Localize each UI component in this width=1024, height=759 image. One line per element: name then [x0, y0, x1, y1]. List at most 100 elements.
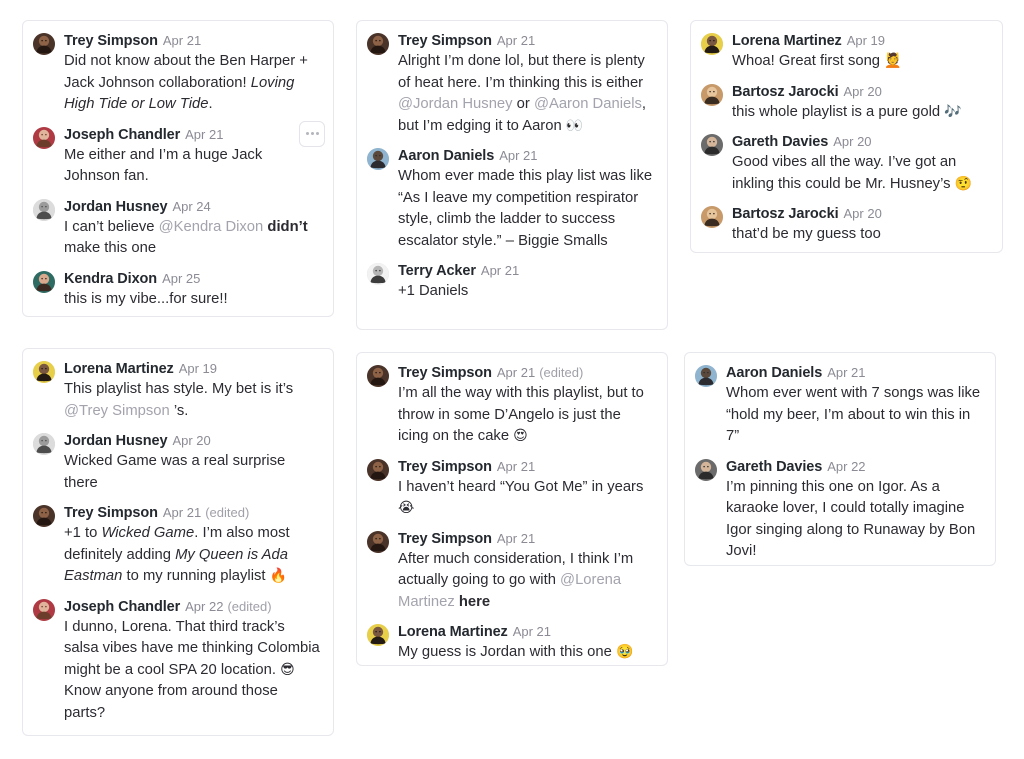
comment-author[interactable]: Bartosz Jarocki	[732, 206, 839, 222]
comment: Trey Simpson Apr 21 I haven’t heard “You G…	[367, 457, 655, 520]
comment-card: Trey Simpson Apr 21 Did not know about the…	[22, 20, 334, 317]
comment-header: Gareth Davies Apr 22	[726, 457, 983, 477]
comment: Lorena Martinez Apr 21 My guess is Jordan …	[367, 622, 655, 664]
comment-author[interactable]: Aaron Daniels	[398, 148, 494, 164]
comment-card: Trey Simpson Apr 21 (edited) I’m all the wa…	[356, 352, 668, 666]
mention[interactable]: @Aaron Daniels	[534, 96, 642, 112]
comment-text: This playlist has style. My bet is it’s …	[64, 379, 321, 422]
text-run: ’s.	[169, 402, 189, 419]
comment-date: Apr 20	[843, 206, 882, 221]
comment-body: Jordan Husney Apr 20 Wicked Game was a rea…	[64, 431, 321, 494]
comment-text: Whoa! Great first song 💆	[732, 51, 990, 73]
comment-date: Apr 21	[827, 365, 866, 380]
joseph-chandler-avatar	[33, 598, 55, 621]
comment-author[interactable]: Aaron Daniels	[726, 365, 822, 381]
comment-text: this is my vibe...for sure!!	[64, 289, 321, 311]
comment-body: Joseph Chandler Apr 21 Me either and I’m a…	[64, 125, 321, 188]
comment-text: Alright I’m done lol, but there is plent…	[398, 51, 655, 137]
comment-author[interactable]: Lorena Martinez	[398, 624, 508, 640]
comment-author[interactable]: Joseph Chandler	[64, 127, 180, 143]
comment-author[interactable]: Gareth Davies	[732, 134, 828, 150]
comment-text: I can’t believe @Kendra Dixon didn’t mak…	[64, 217, 321, 260]
comment-date: Apr 21	[496, 458, 536, 474]
comment-author[interactable]: Trey Simpson	[398, 33, 492, 49]
trey-simpson-avatar	[367, 458, 389, 481]
comment-author[interactable]: Jordan Husney	[64, 199, 168, 215]
comment-date: Apr 21	[512, 624, 551, 639]
comment-author[interactable]: Kendra Dixon	[64, 271, 157, 287]
text-run: +1 to	[64, 525, 102, 541]
comment-header: Joseph Chandler Apr 22 (edited)	[64, 597, 321, 617]
comment-text: Whom ever went with 7 songs was like “ho…	[726, 383, 983, 448]
emoji: 😍	[513, 428, 528, 444]
comment-author[interactable]: Gareth Davies	[726, 459, 822, 475]
more-options-button[interactable]	[299, 120, 325, 147]
comment-author[interactable]: Trey Simpson	[64, 33, 158, 49]
comment: Bartosz Jarocki Apr 20 this whole playlist…	[701, 82, 990, 124]
comment-header: Bartosz Jarocki Apr 20	[732, 82, 990, 102]
comment-text: After much consideration, I think I’m ac…	[398, 549, 655, 614]
comment-header: Lorena Martinez Apr 19	[732, 31, 990, 51]
comment-edited-badge: (edited)	[227, 598, 272, 614]
comment-date: Apr 22	[827, 458, 866, 474]
comment-author[interactable]: Trey Simpson	[398, 531, 492, 547]
trey-simpson-avatar	[367, 530, 389, 553]
aaron-daniels-avatar	[695, 365, 717, 387]
comment-author[interactable]: Terry Acker	[398, 263, 476, 279]
comment-date: Apr 21	[480, 263, 520, 278]
comment-edited-badge: (edited)	[205, 505, 250, 520]
comment-text: Did not know about the Ben Harper + Jack…	[64, 51, 321, 116]
kendra-dixon-avatar	[33, 270, 55, 293]
mention[interactable]: @Jordan Husney	[398, 96, 513, 112]
aaron-daniels-avatar	[367, 148, 389, 170]
mention[interactable]: @Trey Simpson	[64, 403, 170, 419]
terry-acker-avatar	[367, 263, 389, 285]
comment: Lorena Martinez Apr 19 Whoa! Great first s…	[701, 31, 990, 73]
comment-body: Gareth Davies Apr 22 I’m pinning this one …	[726, 457, 983, 563]
comment-body: Bartosz Jarocki Apr 20 that’d be my guess …	[732, 204, 990, 246]
comment-body: Lorena Martinez Apr 21 My guess is Jordan …	[398, 622, 655, 664]
comment-card: Trey Simpson Apr 21 Alright I’m done lol, …	[356, 20, 668, 330]
comment-body: Trey Simpson Apr 21 (edited) +1 to Wicked G…	[64, 503, 321, 588]
text-run: This playlist has style. My bet is it’s	[64, 381, 294, 397]
comment-author[interactable]: Trey Simpson	[398, 365, 492, 381]
comment-body: Trey Simpson Apr 21 Alright I’m done lol, …	[398, 31, 655, 137]
mention[interactable]: @Kendra Dixon	[159, 219, 264, 235]
text-run: to my running playlist	[122, 568, 270, 584]
emoji: 🔥	[269, 568, 288, 584]
comment-author[interactable]: Jordan Husney	[64, 433, 168, 449]
dot-icon	[315, 132, 319, 135]
comment: Bartosz Jarocki Apr 20 that’d be my guess …	[701, 204, 990, 246]
comment-body: Bartosz Jarocki Apr 20 this whole playlist…	[732, 82, 990, 124]
text-run: I haven’t heard “You Got Me” in years	[398, 478, 644, 495]
text-run: Me either and I’m a huge Jack Johnson fa…	[64, 146, 263, 185]
comment-author[interactable]: Lorena Martinez	[64, 361, 174, 377]
comment: Joseph Chandler Apr 22 (edited) I dunno, Lo…	[33, 597, 321, 725]
text-run: .	[208, 96, 213, 112]
comment-author[interactable]: Bartosz Jarocki	[732, 84, 839, 100]
comment: Joseph Chandler Apr 21 Me either and I’m a…	[33, 120, 325, 188]
comment-text: +1 Daniels	[398, 281, 655, 303]
comment: Jordan Husney Apr 24 I can’t believe @Kend…	[33, 197, 321, 260]
comment-date: Apr 21	[162, 33, 202, 48]
comment-text: Me either and I’m a huge Jack Johnson fa…	[64, 145, 321, 188]
comment-header: Lorena Martinez Apr 19	[64, 359, 321, 379]
comment-header: Lorena Martinez Apr 21	[398, 622, 655, 642]
text-run: Know anyone from around those parts?	[64, 683, 278, 721]
emoji: 🥹	[615, 644, 634, 660]
comment-header: Trey Simpson Apr 21 (edited)	[398, 363, 655, 383]
dot-icon	[305, 132, 309, 135]
comment-header: Trey Simpson Apr 21	[398, 457, 655, 477]
text-run: Whoa! Great first song	[732, 53, 885, 69]
comment-card: Lorena Martinez Apr 19 Whoa! Great first s…	[690, 20, 1003, 253]
comment-text: My guess is Jordan with this one 🥹	[398, 642, 655, 664]
comment-author[interactable]: Trey Simpson	[64, 505, 158, 521]
text-run: that’d be my guess too	[732, 226, 881, 242]
comment-author[interactable]: Joseph Chandler	[64, 599, 180, 615]
comment: Terry Acker Apr 21 +1 Daniels	[367, 261, 655, 303]
comment-author[interactable]: Lorena Martinez	[732, 33, 842, 49]
comment-author[interactable]: Trey Simpson	[398, 459, 492, 475]
comment-header: Trey Simpson Apr 21	[64, 31, 321, 51]
comment: Gareth Davies Apr 22 I’m pinning this one …	[695, 457, 983, 563]
comment-date: Apr 20	[843, 83, 882, 99]
